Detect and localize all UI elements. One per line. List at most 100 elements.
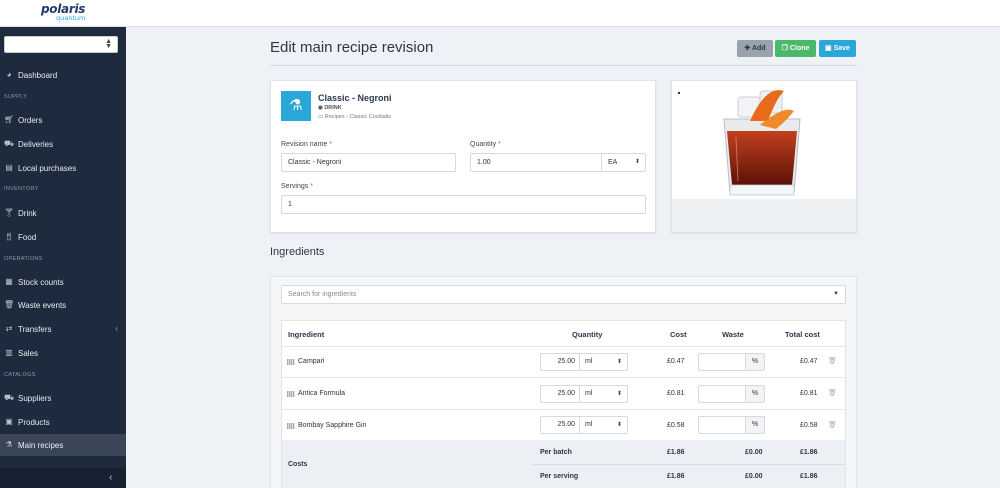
add-button-label: Add	[751, 45, 766, 52]
ingredient-name: Campari	[298, 358, 325, 365]
sidebar-item-label: Sales	[18, 349, 39, 358]
per-batch-total: £1.86	[800, 449, 818, 456]
sidebar-item-label: Drink	[18, 209, 37, 218]
label-text: Revision name	[281, 141, 328, 148]
top-bar: polaris quantum	[0, 0, 1000, 27]
sidebar-item-main-recipes[interactable]: ⚗ Main recipes	[0, 434, 126, 456]
cart-icon: 🛒︎	[4, 115, 15, 124]
required-mark: *	[310, 183, 313, 190]
cutlery-icon: 🍴︎	[4, 232, 15, 241]
ingredient-search-input[interactable]: Search for ingredients ▼	[281, 285, 846, 304]
column-total-cost: Total cost	[785, 330, 820, 339]
unit-select[interactable]: ml ⬍	[580, 416, 628, 434]
percent-addon: %	[746, 385, 765, 403]
clone-button[interactable]: ❐ Clone	[775, 40, 816, 57]
unit-value: ml	[585, 390, 593, 397]
percent-addon: %	[746, 416, 765, 434]
recipe-card: ⚗ Classic - Negroni ◉ DRINK ▭ Recipes › …	[270, 80, 656, 233]
ingredient-icon	[287, 423, 295, 429]
unit-value: ml	[585, 421, 593, 428]
sidebar-item-label: Transfers	[18, 325, 52, 334]
title-divider	[270, 65, 857, 66]
chart-icon: ▥	[5, 348, 13, 357]
flask-icon: ⚗	[5, 440, 13, 449]
ingredient-name: Antica Formula	[298, 390, 346, 397]
recipe-image-card[interactable]	[671, 80, 857, 233]
servings-label: Servings *	[281, 183, 313, 191]
save-button[interactable]: ▣ Save	[819, 40, 856, 57]
image-footer	[672, 199, 856, 232]
ingredient-total: £0.47	[800, 358, 818, 365]
sidebar-item-deliveries[interactable]: ⛟ Deliveries	[0, 133, 126, 155]
copy-icon: ❐	[781, 45, 790, 52]
sort-caret-icon: ⬍	[616, 359, 622, 365]
page-title: Edit main recipe revision	[270, 39, 434, 56]
row-divider	[282, 377, 845, 378]
waste-input[interactable]	[698, 416, 746, 434]
flask-icon: ⚗	[281, 91, 311, 121]
sidebar-item-suppliers[interactable]: ⛟ Suppliers	[0, 387, 126, 409]
sidebar-item-sales[interactable]: ▥ Sales	[0, 342, 126, 364]
brand-sub: quantum	[56, 14, 86, 22]
sidebar-item-dashboard[interactable]: ◕ Dashboard	[0, 64, 126, 86]
sidebar-item-label: Local purchases	[18, 164, 77, 173]
add-button[interactable]: ✚ Add	[737, 40, 773, 57]
ingredient-icon	[287, 391, 295, 397]
unit-select[interactable]: ml ⬍	[580, 385, 628, 403]
chevron-left-icon: ‹	[109, 472, 113, 483]
quantity-field[interactable]: 1.00	[470, 153, 602, 172]
sidebar-item-food[interactable]: 🍴︎ Food	[0, 226, 126, 248]
unit-select[interactable]: EA ⬍	[602, 153, 646, 172]
sidebar-item-local-purchases[interactable]: ▤ Local purchases	[0, 157, 126, 179]
sidebar-item-drink[interactable]: 🍸︎ Drink	[0, 202, 126, 224]
sidebar-item-label: Deliveries	[18, 140, 54, 149]
delete-icon[interactable]: 🗑︎	[828, 357, 837, 365]
required-mark: *	[329, 141, 332, 148]
sort-caret-icon: ⬍	[616, 391, 622, 397]
delete-icon[interactable]: 🗑︎	[828, 389, 837, 397]
ingredient-name: Bombay Sapphire Gin	[298, 422, 367, 429]
recipe-type-label: DRINK	[324, 105, 342, 111]
section-catalogs: CATALOGS	[4, 372, 36, 378]
waste-input[interactable]	[698, 353, 746, 371]
quantity-input[interactable]: 25.00	[540, 353, 580, 371]
quantity-input[interactable]: 25.00	[540, 385, 580, 403]
sort-caret-icon: ⬍	[616, 422, 622, 428]
ingredients-table: Ingredient Quantity Cost Waste Total cos…	[281, 320, 846, 488]
dashboard-icon: ◕	[6, 70, 12, 79]
truck-icon: ⛟	[4, 393, 15, 402]
recipe-path: ▭ Recipes › Classic Cocktails	[318, 114, 391, 120]
required-mark: *	[498, 141, 501, 148]
costs-divider	[532, 464, 845, 465]
sidebar-item-orders[interactable]: 🛒︎ Orders	[0, 109, 126, 131]
sidebar-item-stock-counts[interactable]: ▦ Stock counts	[0, 271, 126, 293]
waste-input[interactable]	[698, 385, 746, 403]
per-serving-label: Per serving	[540, 473, 579, 480]
unit-select[interactable]: ml ⬍	[580, 353, 628, 371]
negroni-image	[723, 90, 801, 196]
revision-name-field[interactable]: Classic - Negroni	[281, 153, 456, 172]
quantity-input[interactable]: 25.00	[540, 416, 580, 434]
servings-field[interactable]: 1	[281, 195, 646, 214]
label-text: Servings	[281, 183, 309, 190]
sidebar-collapse-button[interactable]: ‹	[0, 468, 126, 488]
location-select[interactable]	[4, 36, 118, 53]
ingredients-title: Ingredients	[270, 246, 325, 258]
receipt-icon: ▤	[5, 163, 13, 172]
sidebar-item-products[interactable]: ▣ Products	[0, 411, 126, 433]
sidebar-item-waste-events[interactable]: 🗑︎ Waste events	[0, 294, 126, 316]
sidebar-item-label: Stock counts	[18, 278, 64, 287]
ingredient-total: £0.81	[800, 390, 818, 397]
delete-icon[interactable]: 🗑︎	[828, 421, 837, 429]
per-batch-label: Per batch	[540, 449, 572, 456]
sidebar-item-label: Dashboard	[18, 71, 58, 80]
revision-name-label: Revision name *	[281, 141, 332, 149]
column-quantity: Quantity	[572, 330, 603, 339]
sidebar-item-label: Food	[18, 233, 37, 242]
sidebar-item-transfers[interactable]: ⇄ Transfers ‹	[0, 318, 126, 340]
brand-logo[interactable]: polaris quantum	[41, 3, 86, 24]
sidebar-item-label: Waste events	[18, 301, 67, 310]
column-waste: Waste	[722, 330, 744, 339]
sidebar: ▲ ▼ ◕ Dashboard SUPPLY 🛒︎ Orders ⛟ Delive…	[0, 27, 126, 488]
per-serving-total: £1.86	[800, 473, 818, 480]
